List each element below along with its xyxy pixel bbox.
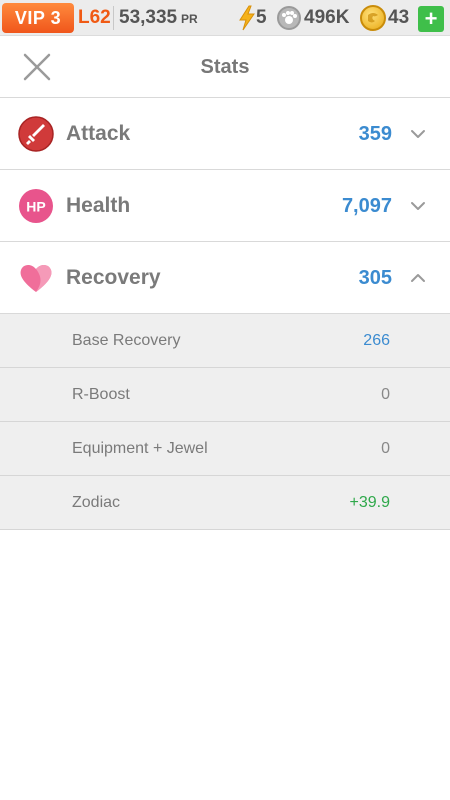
- stat-label: Recovery: [66, 266, 161, 289]
- breakdown-value: 0: [381, 386, 390, 403]
- chevron-down-icon[interactable]: [408, 124, 428, 144]
- list-item: Equipment + Jewel 0: [0, 422, 450, 476]
- sword-icon: [18, 116, 54, 152]
- breakdown-label: R-Boost: [72, 386, 130, 403]
- heart-icon: [20, 264, 52, 292]
- energy-count: 5: [256, 7, 267, 28]
- vip-badge[interactable]: VIP 3: [2, 3, 74, 33]
- stat-value: 7,097: [341, 195, 392, 217]
- breakdown-value: 0: [381, 440, 390, 457]
- breakdown-label: Base Recovery: [72, 332, 181, 349]
- header: Stats: [0, 36, 450, 98]
- list-item: Zodiac +39.9: [0, 476, 450, 530]
- page-title: Stats: [200, 56, 250, 78]
- recovery-breakdown: Base Recovery 266 R-Boost 0 Equipment + …: [0, 314, 450, 530]
- gold-coin-icon: [360, 5, 386, 31]
- status-bar: VIP 3 L62 53,335 PR 5 496K 43 +: [0, 0, 450, 36]
- power-rating: 53,335: [119, 7, 178, 28]
- lightning-icon: [239, 5, 255, 31]
- stat-label: Health: [66, 194, 131, 217]
- stat-row-health[interactable]: HP Health 7,097: [0, 170, 450, 242]
- add-currency-button[interactable]: +: [418, 6, 444, 32]
- breakdown-value: +39.9: [349, 494, 390, 511]
- svg-text:HP: HP: [26, 199, 45, 215]
- divider: [113, 6, 114, 30]
- stat-row-recovery[interactable]: Recovery 305: [0, 242, 450, 314]
- breakdown-label: Zodiac: [72, 494, 121, 511]
- stat-value: 305: [358, 267, 392, 289]
- power-unit: PR: [181, 12, 198, 26]
- gold-currency-amount: 43: [388, 7, 410, 28]
- chevron-up-icon[interactable]: [408, 268, 428, 288]
- breakdown-value: 266: [363, 332, 390, 349]
- close-icon[interactable]: [20, 50, 54, 84]
- chevron-down-icon[interactable]: [408, 196, 428, 216]
- stat-label: Attack: [66, 122, 131, 145]
- list-item: Base Recovery 266: [0, 314, 450, 368]
- player-level: L62: [78, 7, 111, 28]
- list-item: R-Boost 0: [0, 368, 450, 422]
- paw-currency-amount: 496K: [304, 7, 350, 28]
- stat-value: 359: [358, 123, 392, 145]
- hp-icon: HP: [19, 189, 53, 223]
- stat-row-attack[interactable]: Attack 359: [0, 98, 450, 170]
- breakdown-label: Equipment + Jewel: [72, 440, 208, 457]
- paw-coin-icon: [277, 6, 301, 30]
